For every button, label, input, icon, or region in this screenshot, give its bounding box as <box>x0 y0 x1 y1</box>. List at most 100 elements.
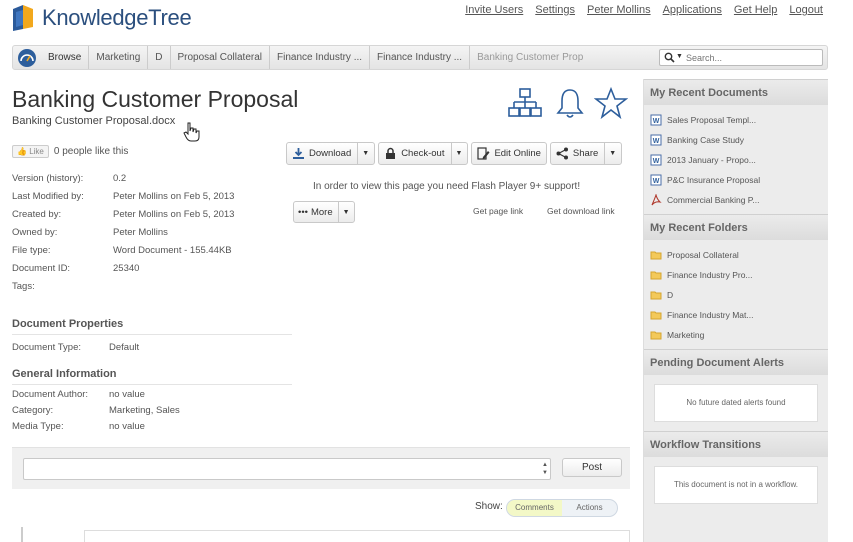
edit-online-label: Edit Online <box>494 148 541 159</box>
recent-folder-name: Finance Industry Mat... <box>667 310 754 320</box>
metadata-label: Document ID: <box>12 263 71 274</box>
more-dots-icon: ••• <box>298 206 308 218</box>
share-button[interactable]: Share ▼ <box>549 142 623 165</box>
svg-text:W: W <box>653 118 660 125</box>
breadcrumb-marketing[interactable]: Marketing <box>89 46 149 69</box>
svg-text:W: W <box>653 138 660 145</box>
owned-by-value: Peter Mollins <box>113 227 168 238</box>
recent-folder-item[interactable]: D <box>650 285 828 305</box>
get-help-link[interactable]: Get Help <box>734 4 777 16</box>
share-dropdown-icon[interactable]: ▼ <box>604 143 616 164</box>
document-id-value: 25340 <box>113 263 140 274</box>
recent-folder-name: D <box>667 290 674 300</box>
word-doc-icon: W <box>650 154 662 166</box>
folder-icon <box>650 309 662 321</box>
alerts-empty-message: No future dated alerts found <box>654 384 818 422</box>
app-name: KnowledgeTree <box>42 5 192 30</box>
user-name-link[interactable]: Peter Mollins <box>587 4 651 16</box>
logout-link[interactable]: Logout <box>789 4 823 16</box>
recent-folder-item[interactable]: Proposal Collateral <box>650 245 828 265</box>
document-metadata: Version (history): 0.2 Last Modified by:… <box>12 173 292 299</box>
breadcrumb-proposal-collateral[interactable]: Proposal Collateral <box>171 46 270 69</box>
more-dropdown-icon[interactable]: ▼ <box>337 202 350 222</box>
document-filename[interactable]: Banking Customer Proposal.docx <box>12 115 175 127</box>
general-information-heading: General Information <box>12 368 292 385</box>
show-label: Show: <box>475 501 503 512</box>
like-button[interactable]: 👍 Like <box>12 145 49 158</box>
workflow-icon[interactable] <box>508 86 542 120</box>
recent-folder-name: Proposal Collateral <box>667 250 739 260</box>
breadcrumb-current: Banking Customer Prop <box>477 52 584 63</box>
breadcrumb-bar: Browse Marketing D Proposal Collateral F… <box>12 45 828 70</box>
logo[interactable]: KnowledgeTree <box>10 3 192 33</box>
page-title: Banking Customer Proposal <box>12 86 299 112</box>
download-icon <box>292 147 305 160</box>
property-row: Document Author: no value <box>12 389 292 405</box>
get-download-link[interactable]: Get download link <box>547 206 615 216</box>
property-row: Category: Marketing, Sales <box>12 405 292 421</box>
breadcrumb-d[interactable]: D <box>148 46 171 69</box>
download-label: Download <box>309 148 352 159</box>
download-dropdown-icon[interactable]: ▼ <box>357 143 369 164</box>
recent-documents-heading: My Recent Documents <box>644 79 828 105</box>
timeline-marker <box>21 527 23 542</box>
workflow-empty-message: This document is not in a workflow. <box>654 466 818 504</box>
like-count: 0 people like this <box>53 146 129 157</box>
recent-document-item[interactable]: W P&C Insurance Proposal <box>650 170 828 190</box>
checkout-label: Check-out <box>401 148 445 159</box>
favorite-star-icon[interactable] <box>593 86 629 120</box>
activity-filter-toggle: Comments Actions <box>506 499 618 517</box>
breadcrumb-finance-industry-2[interactable]: Finance Industry ... <box>370 46 471 69</box>
recent-folder-item[interactable]: Marketing <box>650 325 828 345</box>
pending-alerts-heading: Pending Document Alerts <box>644 349 828 375</box>
settings-link[interactable]: Settings <box>535 4 575 16</box>
checkout-dropdown-icon[interactable]: ▼ <box>450 143 462 164</box>
workflow-transitions-heading: Workflow Transitions <box>644 431 828 457</box>
applications-link[interactable]: Applications <box>663 4 722 16</box>
more-button[interactable]: ••• More ▼ <box>293 201 355 223</box>
flash-required-message: In order to view this page you need Flas… <box>313 181 581 192</box>
search-scope-dropdown-icon[interactable]: ▼ <box>676 53 683 60</box>
property-value: no value <box>109 421 145 432</box>
metadata-row: Owned by: Peter Mollins <box>12 227 292 245</box>
breadcrumb-browse[interactable]: Browse <box>41 46 90 69</box>
metadata-label: Tags: <box>12 281 35 292</box>
post-button[interactable]: Post <box>562 458 622 477</box>
recent-document-item[interactable]: W 2013 January - Propo... <box>650 150 828 170</box>
more-label: More <box>310 206 333 218</box>
recent-folder-item[interactable]: Finance Industry Pro... <box>650 265 828 285</box>
get-page-link[interactable]: Get page link <box>473 206 523 216</box>
search-input[interactable] <box>686 51 816 64</box>
checkout-button[interactable]: Check-out ▼ <box>378 142 469 165</box>
recent-document-item[interactable]: Commercial Banking P... <box>650 190 828 210</box>
edit-online-button[interactable]: Edit Online <box>471 142 547 165</box>
general-information: Document Author: no value Category: Mark… <box>12 389 292 437</box>
recent-document-name: Sales Proposal Templ... <box>667 115 757 125</box>
download-button[interactable]: Download ▼ <box>286 142 376 165</box>
version-value[interactable]: 0.2 <box>113 173 126 191</box>
dashboard-icon[interactable] <box>17 48 37 68</box>
breadcrumb-finance-industry-1[interactable]: Finance Industry ... <box>270 46 371 69</box>
top-bar: KnowledgeTree Invite Users Settings Pete… <box>0 0 853 40</box>
search-box[interactable]: ▼ <box>659 49 823 66</box>
document-toolbar: Download ▼ Check-out ▼ Edit Online Share… <box>286 142 623 165</box>
hand-cursor-icon <box>183 121 201 143</box>
sidebar: My Recent Documents W Sales Proposal Tem… <box>643 79 828 542</box>
metadata-row: Created by: Peter Mollins on Feb 5, 2013 <box>12 209 292 227</box>
metadata-row: Document ID: 25340 <box>12 263 292 281</box>
recent-documents-list: W Sales Proposal Templ... W Banking Case… <box>644 105 828 214</box>
comment-scroll-arrows-icon[interactable]: ▲ ▼ <box>542 461 548 477</box>
search-icon <box>664 52 675 63</box>
recent-document-item[interactable]: W Banking Case Study <box>650 130 828 150</box>
actions-toggle[interactable]: Actions <box>562 500 617 516</box>
recent-document-name: Banking Case Study <box>667 135 745 145</box>
comment-input[interactable]: ▲ ▼ <box>23 458 551 480</box>
property-label: Category: <box>12 405 54 416</box>
recent-document-item[interactable]: W Sales Proposal Templ... <box>650 110 828 130</box>
invite-users-link[interactable]: Invite Users <box>465 4 523 16</box>
alert-bell-icon[interactable] <box>553 86 587 120</box>
created-by-value: Peter Mollins on Feb 5, 2013 <box>113 209 235 220</box>
comments-toggle[interactable]: Comments <box>507 500 562 516</box>
recent-folder-item[interactable]: Finance Industry Mat... <box>650 305 828 325</box>
lock-icon <box>384 147 397 160</box>
